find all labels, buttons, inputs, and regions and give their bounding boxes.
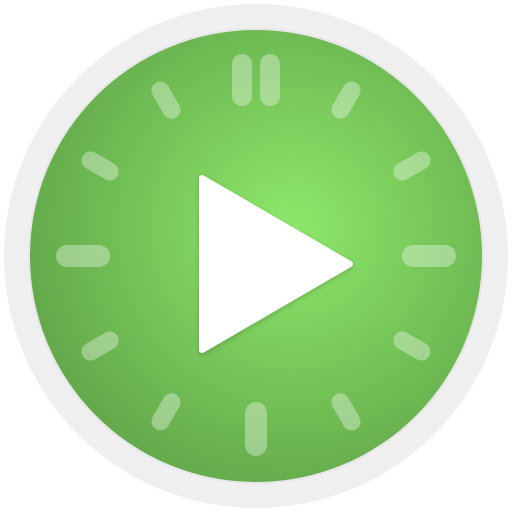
timer-play-icon[interactable] (0, 0, 512, 512)
tick-mark-9 (56, 245, 110, 267)
tick-mark-3 (402, 245, 456, 267)
tick-mark-6 (245, 402, 267, 456)
app-icon[interactable] (0, 0, 512, 512)
tick-mark-12-2 (260, 54, 280, 106)
tick-mark-12-1 (232, 54, 252, 106)
